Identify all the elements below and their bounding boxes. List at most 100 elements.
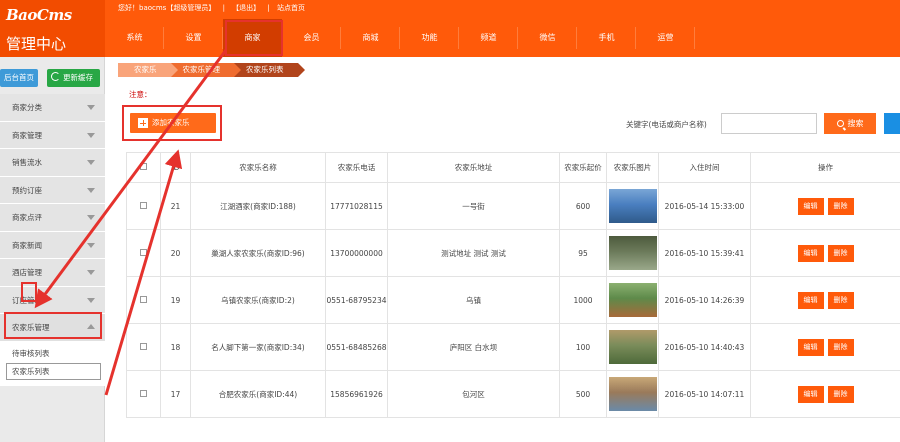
sidebar-item-merchant-review[interactable]: 商家点评: [0, 204, 105, 232]
farmhouse-thumbnail[interactable]: [608, 189, 657, 223]
extra-button-edge[interactable]: [884, 113, 900, 134]
sidebar-item-label: 酒店管理: [12, 268, 42, 277]
nav-highlight-box: [225, 20, 283, 56]
delete-button[interactable]: 删除: [827, 197, 854, 215]
id-cell: 21: [160, 182, 191, 230]
column-header: 农家乐图片: [606, 152, 659, 183]
plus-icon: [138, 118, 148, 128]
column-header: ID: [160, 152, 191, 183]
edit-button[interactable]: 编辑: [797, 338, 824, 356]
farmhouse-table: ID 农家乐名称 农家乐电话 农家乐地址 农家乐起价 农家乐图片 入住时间 操作…: [126, 152, 900, 418]
image-cell: [606, 229, 659, 277]
image-cell: [606, 323, 659, 371]
actions-cell: 编辑 删除: [750, 323, 900, 371]
search-label: 搜索: [847, 119, 864, 128]
name-cell: 江湖酒家(商家ID:188): [190, 182, 326, 230]
submenu-farmhouse-list[interactable]: 农家乐列表: [6, 362, 101, 380]
row-select-cell: [126, 323, 161, 371]
edit-button[interactable]: 编辑: [797, 385, 824, 403]
logout-link[interactable]: 【退出】: [232, 4, 260, 12]
edit-button[interactable]: 编辑: [797, 197, 824, 215]
id-cell: 20: [160, 229, 191, 277]
delete-button[interactable]: 删除: [827, 291, 854, 309]
admin-home-button[interactable]: 后台首页: [0, 69, 38, 87]
nav-system[interactable]: 系统: [105, 19, 164, 57]
table-header-row: ID 农家乐名称 农家乐电话 农家乐地址 农家乐起价 农家乐图片 入住时间 操作: [126, 152, 900, 183]
sidebar-menu: 商家分类 商家管理 销售流水 预约订座 商家点评 商家新闻 酒店管理 订座管理 …: [0, 94, 105, 386]
actions-cell: 编辑 删除: [750, 229, 900, 277]
nav-function[interactable]: 功能: [400, 19, 459, 57]
nav-member[interactable]: 会员: [282, 19, 341, 57]
edit-button[interactable]: 编辑: [797, 291, 824, 309]
image-cell: [606, 182, 659, 230]
address-cell: 庐阳区 白水坝: [387, 323, 560, 371]
breadcrumb-farmhouse-list: 农家乐列表: [234, 63, 304, 77]
row-checkbox[interactable]: [140, 342, 147, 350]
actions-cell: 编辑 删除: [750, 276, 900, 324]
notice-text: 注意：: [129, 90, 152, 99]
time-cell: 2016-05-10 14:07:11: [658, 370, 751, 418]
phone-cell: 0551-68795234: [325, 276, 388, 324]
time-cell: 2016-05-10 14:26:39: [658, 276, 751, 324]
row-select-cell: [126, 276, 161, 324]
sidebar-item-label: 预约订座: [12, 185, 42, 195]
name-cell: 巢湖人家农家乐(商家ID:96): [190, 229, 326, 277]
refresh-icon: [51, 72, 60, 81]
time-cell: 2016-05-14 15:33:00: [658, 182, 751, 230]
site-home-link[interactable]: 站点首页: [277, 4, 305, 12]
delete-button[interactable]: 删除: [827, 244, 854, 262]
search-button[interactable]: 搜索: [824, 113, 876, 134]
chevron-down-icon: [87, 105, 95, 110]
name-cell: 名人脚下第一家(商家ID:34): [190, 323, 326, 371]
row-select-cell: [126, 370, 161, 418]
column-header: 入住时间: [658, 152, 751, 183]
edit-button[interactable]: 编辑: [797, 244, 824, 262]
row-checkbox[interactable]: [140, 201, 147, 209]
refresh-cache-label: 更新缓存: [63, 73, 93, 82]
farmhouse-thumbnail[interactable]: [608, 236, 657, 270]
nav-operation[interactable]: 运营: [636, 19, 695, 57]
sidebar-item-label: 销售流水: [12, 158, 42, 167]
column-header: 农家乐电话: [325, 152, 388, 183]
address-cell: 一号街: [387, 182, 560, 230]
delete-button[interactable]: 删除: [827, 385, 854, 403]
add-farmhouse-label: 添加农家乐: [152, 118, 190, 127]
breadcrumb: 农家乐 农家乐管理 农家乐列表: [118, 63, 304, 77]
nav-wechat[interactable]: 微信: [518, 19, 577, 57]
breadcrumb-farmhouse[interactable]: 农家乐: [118, 63, 177, 77]
farmhouse-thumbnail[interactable]: [608, 330, 657, 364]
sidebar-item-label: 商家分类: [12, 103, 42, 112]
sidebar-item-reservation[interactable]: 预约订座: [0, 176, 105, 204]
sidebar-item-hotel[interactable]: 酒店管理: [0, 259, 105, 287]
nav-mobile[interactable]: 手机: [577, 19, 636, 57]
table-row: 20 巢湖人家农家乐(商家ID:96) 13700000000 测试地址 测试 测试 9…: [126, 229, 900, 277]
sidebar-item-sales-flow[interactable]: 销售流水: [0, 149, 105, 177]
sidebar-item-merchant-manage[interactable]: 商家管理: [0, 121, 105, 149]
nav-mall[interactable]: 商城: [341, 19, 400, 57]
keyword-input[interactable]: [721, 113, 817, 134]
user-links: 您好！baocms【超级管理员】 | 【退出】 | 站点首页: [118, 3, 310, 13]
sidebar-item-seat-manage[interactable]: 订座管理: [0, 286, 105, 314]
row-checkbox[interactable]: [140, 389, 147, 397]
submenu-pending-list[interactable]: 待审核列表: [0, 346, 105, 361]
row-checkbox[interactable]: [140, 295, 147, 303]
farmhouse-thumbnail[interactable]: [608, 377, 657, 411]
row-checkbox[interactable]: [140, 248, 147, 256]
breadcrumb-farmhouse-manage[interactable]: 农家乐管理: [170, 63, 241, 77]
table-row: 18 名人脚下第一家(商家ID:34) 0551-68485268 庐阳区 白水坝 10…: [126, 323, 900, 371]
nav-settings[interactable]: 设置: [164, 19, 223, 57]
logo: BaoCms 管理中心: [0, 0, 105, 57]
phone-cell: 15856961926: [325, 370, 388, 418]
delete-button[interactable]: 删除: [827, 338, 854, 356]
nav-channel[interactable]: 频道: [459, 19, 518, 57]
sidebar-item-merchant-category[interactable]: 商家分类: [0, 94, 105, 122]
select-all-checkbox[interactable]: [140, 163, 147, 170]
time-cell: 2016-05-10 15:39:41: [658, 229, 751, 277]
add-farmhouse-button[interactable]: 添加农家乐: [130, 113, 216, 133]
farmhouse-thumbnail[interactable]: [608, 283, 657, 317]
address-cell: 乌镇: [387, 276, 560, 324]
keyword-label: 关键字(电话或商户名称): [626, 120, 707, 129]
chevron-down-icon: [87, 215, 95, 220]
sidebar-item-merchant-news[interactable]: 商家新闻: [0, 231, 105, 259]
refresh-cache-button[interactable]: 更新缓存: [47, 69, 100, 87]
